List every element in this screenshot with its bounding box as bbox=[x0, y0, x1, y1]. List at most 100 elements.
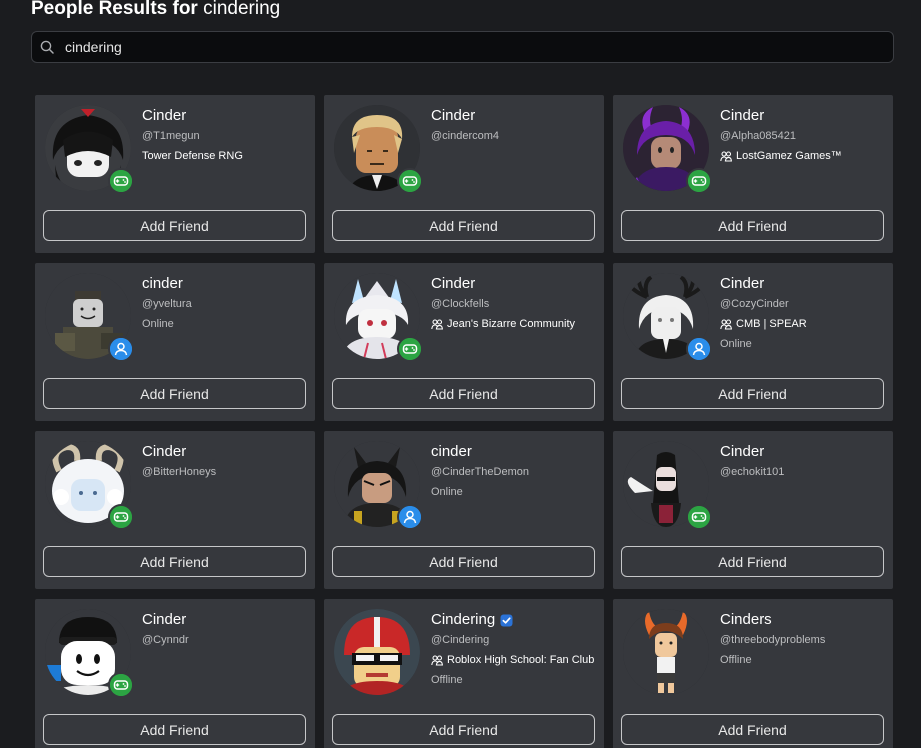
add-friend-button[interactable]: Add Friend bbox=[43, 378, 306, 409]
display-name-text[interactable]: Cinder bbox=[142, 611, 186, 629]
add-friend-button[interactable]: Add Friend bbox=[621, 210, 884, 241]
add-friend-button[interactable]: Add Friend bbox=[43, 210, 306, 241]
user-card: Cinder @cindercom4 Add Friend bbox=[324, 95, 604, 253]
presence-status: Online bbox=[142, 318, 174, 330]
detail-text: LostGamez Games™ bbox=[736, 150, 842, 162]
group-name[interactable]: CMB | SPEAR bbox=[720, 317, 888, 331]
user-card: Cinder @CozyCinder CMB | SPEAR Online Add Fr… bbox=[613, 263, 893, 421]
display-name[interactable]: Cinder bbox=[142, 443, 310, 461]
group-icon bbox=[720, 318, 732, 330]
search-input[interactable] bbox=[65, 32, 885, 62]
game-presence-icon bbox=[108, 504, 134, 530]
search-icon bbox=[40, 40, 54, 54]
display-name[interactable]: cinder bbox=[142, 275, 310, 293]
game-presence-icon bbox=[397, 168, 423, 194]
username: @CinderTheDemon bbox=[431, 466, 529, 478]
detail-text: CMB | SPEAR bbox=[736, 318, 807, 330]
username: @CozyCinder bbox=[720, 298, 789, 310]
online-presence-icon bbox=[686, 336, 712, 362]
add-friend-button[interactable]: Add Friend bbox=[332, 546, 595, 577]
helmet-avatar bbox=[334, 609, 420, 695]
user-card: Cinders @threebodyproblems Offline Add Frie… bbox=[613, 599, 893, 748]
detail-text: Tower Defense RNG bbox=[142, 150, 243, 162]
user-info: Cinder @BitterHoneys bbox=[142, 443, 310, 479]
user-card: cinder @yveltura Online Add Friend bbox=[35, 263, 315, 421]
display-name-text[interactable]: cinder bbox=[431, 443, 472, 461]
user-info: Cinder @T1megun Tower Defense RNG bbox=[142, 107, 310, 163]
group-name[interactable]: Roblox High School: Fan Club bbox=[431, 653, 599, 667]
display-name-text[interactable]: Cinder bbox=[431, 275, 475, 293]
user-card: Cinder @BitterHoneys Add Friend bbox=[35, 431, 315, 589]
game-presence-icon bbox=[397, 336, 423, 362]
presence-status: Online bbox=[431, 486, 463, 498]
username: @cindercom4 bbox=[431, 130, 500, 142]
verified-badge-icon bbox=[500, 614, 513, 627]
detail-text: Jean's Bizarre Community bbox=[447, 318, 576, 330]
user-info: cinder @CinderTheDemon Online bbox=[431, 443, 599, 499]
presence-status: Offline bbox=[431, 674, 463, 686]
avatar[interactable] bbox=[623, 609, 709, 695]
user-info: Cindering @Cindering Roblox High School: F… bbox=[431, 611, 599, 687]
fire-hair-avatar bbox=[623, 609, 709, 695]
display-name-text[interactable]: Cinder bbox=[720, 107, 764, 125]
username: @T1megun bbox=[142, 130, 200, 142]
display-name-text[interactable]: Cindering bbox=[431, 611, 495, 629]
add-friend-button[interactable]: Add Friend bbox=[621, 546, 884, 577]
results-grid: Cinder @T1megun Tower Defense RNG Add Frien… bbox=[35, 95, 893, 748]
user-card: Cinder @Alpha085421 LostGamez Games™ Add Fr… bbox=[613, 95, 893, 253]
group-name[interactable]: Jean's Bizarre Community bbox=[431, 317, 599, 331]
display-name[interactable]: Cinder bbox=[142, 107, 310, 125]
display-name[interactable]: Cinder bbox=[720, 107, 888, 125]
username: @Clockfells bbox=[431, 298, 490, 310]
add-friend-button[interactable]: Add Friend bbox=[621, 378, 884, 409]
display-name-text[interactable]: Cinder bbox=[142, 107, 186, 125]
display-name-text[interactable]: Cinder bbox=[142, 443, 186, 461]
user-card: Cinder @echokit101 Add Friend bbox=[613, 431, 893, 589]
display-name-text[interactable]: Cinder bbox=[720, 443, 764, 461]
user-info: cinder @yveltura Online bbox=[142, 275, 310, 331]
user-card: Cinder @Cynndr Add Friend bbox=[35, 599, 315, 748]
avatar[interactable] bbox=[334, 609, 420, 695]
page-title-prefix: People Results for bbox=[31, 0, 198, 19]
user-info: Cinder @Clockfells Jean's Bizarre Communit… bbox=[431, 275, 599, 331]
user-card: Cinder @T1megun Tower Defense RNG Add Frien… bbox=[35, 95, 315, 253]
display-name[interactable]: Cinder bbox=[431, 107, 599, 125]
detail-text: Roblox High School: Fan Club bbox=[447, 654, 595, 666]
user-card: cinder @CinderTheDemon Online Add Friend bbox=[324, 431, 604, 589]
user-info: Cinder @Alpha085421 LostGamez Games™ bbox=[720, 107, 888, 163]
playing-game[interactable]: Tower Defense RNG bbox=[142, 149, 310, 163]
display-name[interactable]: Cinder bbox=[142, 611, 310, 629]
username: @threebodyproblems bbox=[720, 634, 826, 646]
game-presence-icon bbox=[108, 672, 134, 698]
user-info: Cinder @CozyCinder CMB | SPEAR Online bbox=[720, 275, 888, 351]
username: @Alpha085421 bbox=[720, 130, 797, 142]
people-results-page: People Results for cindering Cinder @T1me… bbox=[0, 0, 921, 748]
add-friend-button[interactable]: Add Friend bbox=[332, 714, 595, 745]
online-presence-icon bbox=[397, 504, 423, 530]
display-name-text[interactable]: Cinders bbox=[720, 611, 772, 629]
display-name-text[interactable]: Cinder bbox=[431, 107, 475, 125]
add-friend-button[interactable]: Add Friend bbox=[43, 546, 306, 577]
group-icon bbox=[431, 318, 443, 330]
add-friend-button[interactable]: Add Friend bbox=[43, 714, 306, 745]
add-friend-button[interactable]: Add Friend bbox=[621, 714, 884, 745]
display-name-text[interactable]: Cinder bbox=[720, 275, 764, 293]
user-card: Cindering @Cindering Roblox High School: F… bbox=[324, 599, 604, 748]
add-friend-button[interactable]: Add Friend bbox=[332, 378, 595, 409]
presence-status: Offline bbox=[720, 654, 752, 666]
display-name[interactable]: Cinder bbox=[720, 443, 888, 461]
game-presence-icon bbox=[686, 168, 712, 194]
group-name[interactable]: LostGamez Games™ bbox=[720, 149, 888, 163]
display-name[interactable]: cinder bbox=[431, 443, 599, 461]
game-presence-icon bbox=[686, 504, 712, 530]
online-presence-icon bbox=[108, 336, 134, 362]
display-name[interactable]: Cinder bbox=[431, 275, 599, 293]
display-name[interactable]: Cinder bbox=[720, 275, 888, 293]
user-info: Cinder @Cynndr bbox=[142, 611, 310, 647]
group-icon bbox=[720, 150, 732, 162]
search-box[interactable] bbox=[31, 31, 894, 63]
display-name[interactable]: Cinders bbox=[720, 611, 888, 629]
add-friend-button[interactable]: Add Friend bbox=[332, 210, 595, 241]
display-name-text[interactable]: cinder bbox=[142, 275, 183, 293]
display-name[interactable]: Cindering bbox=[431, 611, 599, 629]
